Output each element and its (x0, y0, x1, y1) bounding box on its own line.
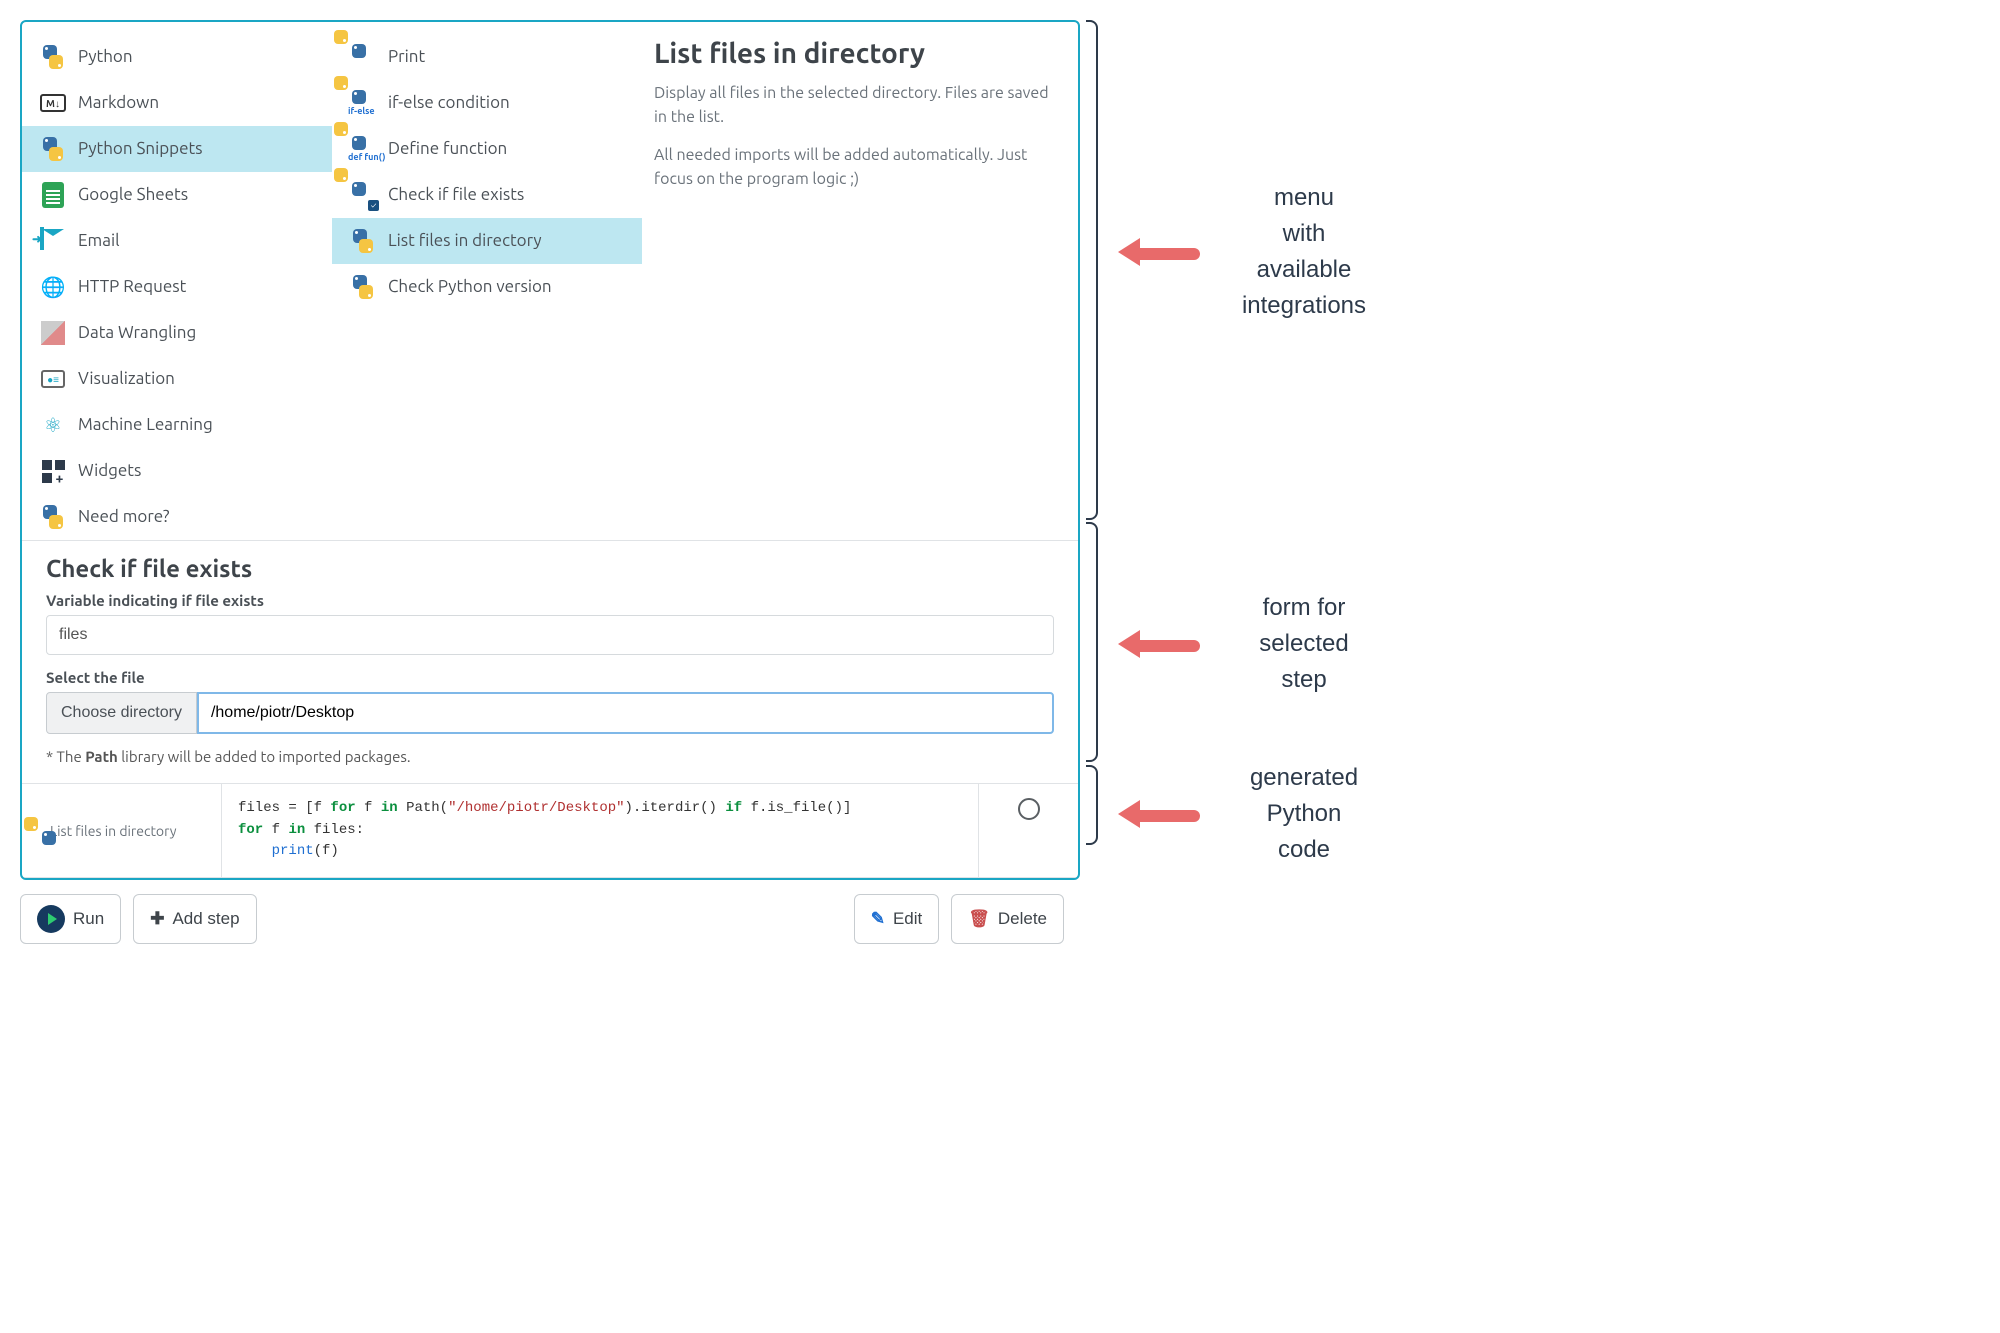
integration-visualization[interactable]: ●≡ Visualization (22, 356, 332, 402)
cell-output-gutter (978, 784, 1078, 877)
variable-label: Variable indicating if file exists (46, 592, 1054, 609)
integration-google-sheets[interactable]: Google Sheets (22, 172, 332, 218)
bracket-code (1086, 765, 1098, 845)
integration-http-request[interactable]: 🌐 HTTP Request (22, 264, 332, 310)
snippet-label: Print (388, 46, 425, 68)
play-icon (37, 905, 65, 933)
delete-button[interactable]: 🗑 Delete (951, 894, 1064, 944)
integration-data-wrangling[interactable]: Data Wrangling (22, 310, 332, 356)
integration-label: Python (78, 46, 133, 68)
integrations-column: Python M↓ Markdown Python Snippets Googl… (22, 22, 332, 540)
choose-directory-button[interactable]: Choose directory (46, 692, 197, 734)
step-form: Check if file exists Variable indicating… (22, 541, 1078, 784)
detail-note: All needed imports will be added automat… (654, 143, 1054, 191)
python-icon: def fun() (350, 136, 376, 162)
snippet-label: Check Python version (388, 276, 552, 298)
run-button[interactable]: Run (20, 894, 121, 944)
snippet-label: Define function (388, 138, 507, 160)
integration-markdown[interactable]: M↓ Markdown (22, 80, 332, 126)
snippet-print[interactable]: Print (332, 34, 642, 80)
trash-icon: 🗑 (968, 909, 990, 929)
wrangling-icon (40, 320, 66, 346)
integration-label: Need more? (78, 506, 170, 528)
integration-python-snippets[interactable]: Python Snippets (22, 126, 332, 172)
snippet-label: Check if file exists (388, 184, 524, 206)
annotation-menu: menu with available integrations (1214, 180, 1394, 324)
edit-button[interactable]: ✎ Edit (854, 894, 940, 944)
snippet-list-files[interactable]: List files in directory (332, 218, 642, 264)
python-icon (350, 44, 376, 70)
code-cell-label: List files in directory (22, 784, 222, 877)
add-step-button[interactable]: ✚ Add step (133, 894, 256, 944)
sheets-icon (40, 182, 66, 208)
cell-toolbar: Run ✚ Add step ✎ Edit 🗑 Delete (20, 880, 1080, 944)
python-icon (40, 504, 66, 530)
code-body[interactable]: files = [f for f in Path("/home/piotr/De… (222, 784, 978, 877)
integration-machine-learning[interactable]: ⚛ Machine Learning (22, 402, 332, 448)
integration-email[interactable]: ➜ Email (22, 218, 332, 264)
integration-python[interactable]: Python (22, 34, 332, 80)
markdown-icon: M↓ (40, 90, 66, 116)
snippets-column: Print if-else if-else condition def fun(… (332, 22, 642, 540)
integration-label: Email (78, 230, 120, 252)
select-file-label: Select the file (46, 669, 1054, 686)
detail-description: Display all files in the selected direct… (654, 81, 1054, 129)
snippet-check-file-exists[interactable]: ✓ Check if file exists (332, 172, 642, 218)
bracket-form (1086, 522, 1098, 762)
snippet-label: if-else condition (388, 92, 510, 114)
widgets-icon: + (40, 458, 66, 484)
snippet-detail: List files in directory Display all file… (642, 22, 1078, 540)
variable-input[interactable] (46, 615, 1054, 655)
integration-need-more[interactable]: Need more? (22, 494, 332, 540)
bracket-menu (1086, 20, 1098, 520)
snippet-check-python-version[interactable]: Check Python version (332, 264, 642, 310)
integration-label: HTTP Request (78, 276, 186, 298)
integration-label: Python Snippets (78, 138, 203, 160)
integration-widgets[interactable]: + Widgets (22, 448, 332, 494)
arrow-icon (1120, 802, 1200, 826)
python-icon (350, 228, 376, 254)
snippet-label: List files in directory (388, 230, 542, 252)
viz-icon: ●≡ (40, 366, 66, 392)
integration-label: Markdown (78, 92, 159, 114)
arrow-icon (1120, 632, 1200, 656)
form-title: Check if file exists (46, 555, 1054, 582)
python-icon (40, 44, 66, 70)
integration-label: Google Sheets (78, 184, 188, 206)
helper-text: * The Path library will be added to impo… (46, 748, 1054, 765)
integration-label: Widgets (78, 460, 141, 482)
snippet-if-else[interactable]: if-else if-else condition (332, 80, 642, 126)
integration-label: Visualization (78, 368, 175, 390)
http-icon: 🌐 (40, 274, 66, 300)
python-icon: if-else (350, 90, 376, 116)
email-icon: ➜ (40, 228, 66, 254)
integration-label: Data Wrangling (78, 322, 196, 344)
plus-icon: ✚ (150, 909, 164, 929)
snippet-define-function[interactable]: def fun() Define function (332, 126, 642, 172)
detail-title: List files in directory (654, 38, 1054, 69)
python-icon (40, 136, 66, 162)
recipe-panel: Python M↓ Markdown Python Snippets Googl… (20, 20, 1080, 880)
edit-icon: ✎ (871, 909, 885, 929)
check-badge-icon: ✓ (368, 200, 379, 211)
annotation-code: generated Python code (1214, 760, 1394, 868)
python-icon: ✓ (350, 182, 376, 208)
menu-section: Python M↓ Markdown Python Snippets Googl… (22, 22, 1078, 541)
generated-code-cell: List files in directory files = [f for f… (22, 784, 1078, 878)
directory-path-input[interactable] (197, 692, 1054, 734)
annotation-column: menu with available integrations form fo… (1100, 20, 1400, 944)
arrow-icon (1120, 240, 1200, 264)
annotation-form: form for selected step (1214, 590, 1394, 698)
integration-label: Machine Learning (78, 414, 213, 436)
ml-icon: ⚛ (40, 412, 66, 438)
execution-status-icon[interactable] (1018, 798, 1040, 820)
python-icon (350, 274, 376, 300)
